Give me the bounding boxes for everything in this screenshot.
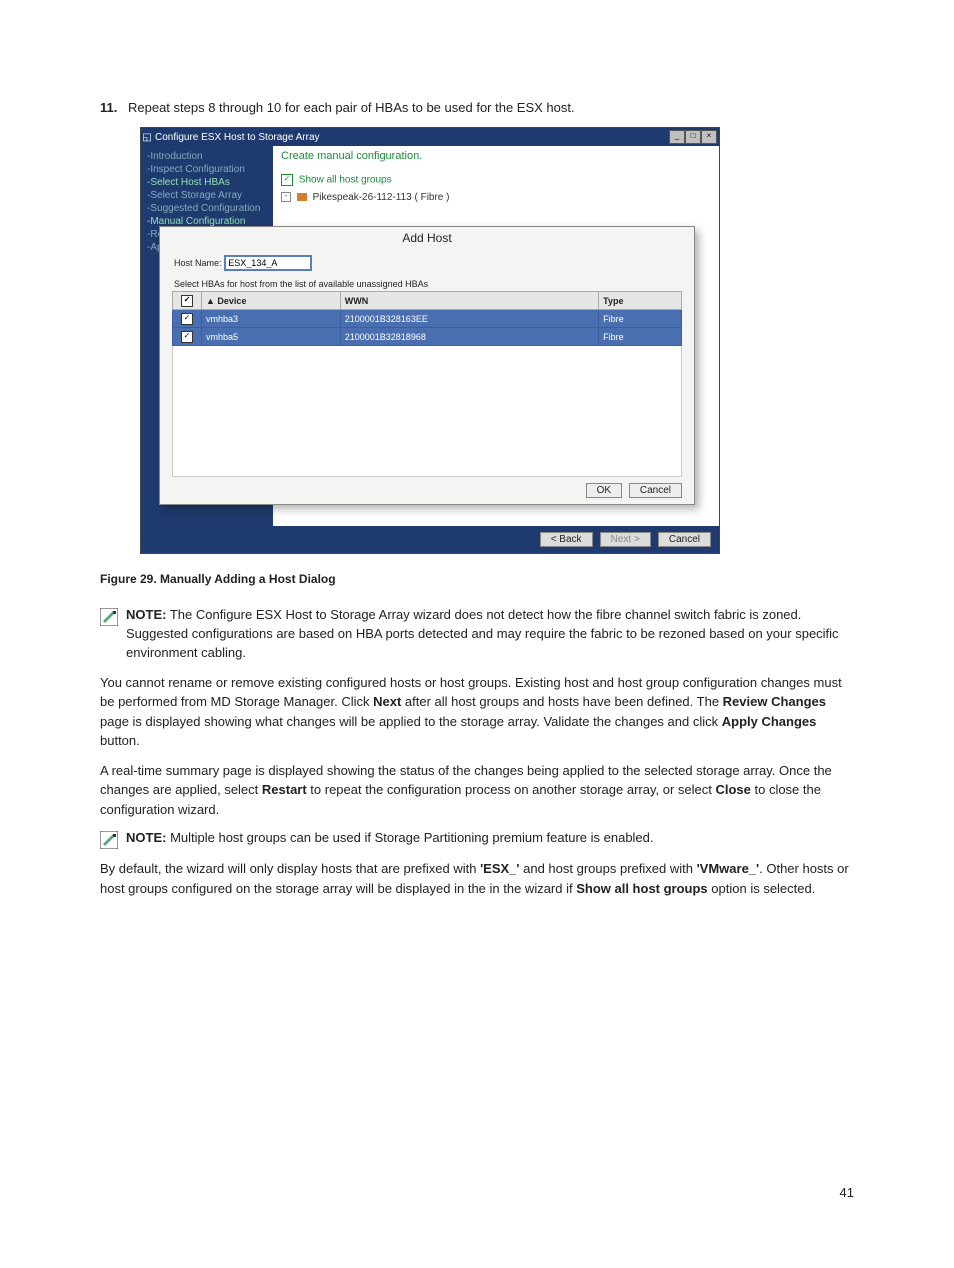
back-button[interactable]: < Back: [540, 532, 593, 547]
select-hbas-text: Select HBAs for host from the list of av…: [160, 273, 694, 291]
close-icon[interactable]: ×: [701, 130, 717, 144]
note-label: NOTE:: [126, 607, 166, 622]
step-number: 11.: [100, 100, 128, 115]
add-host-dialog: Add Host Host Name: Select HBAs for host…: [159, 226, 695, 505]
nav-inspect[interactable]: -Inspect Configuration: [141, 163, 273, 176]
tree-item-label: Pikespeak-26-112-113 ( Fibre ): [313, 192, 450, 203]
cell-device: vmhba3: [202, 310, 341, 328]
page-number: 41: [840, 1185, 854, 1200]
cell-type: Fibre: [599, 328, 682, 346]
note-block: NOTE: The Configure ESX Host to Storage …: [100, 606, 854, 663]
app-icon: ◱: [141, 132, 153, 143]
paragraph: By default, the wizard will only display…: [100, 859, 854, 898]
nav-select-hbas[interactable]: -Select Host HBAs: [141, 176, 273, 189]
col-check[interactable]: ✓: [173, 292, 202, 310]
cell-wwn: 2100001B32818968: [340, 328, 598, 346]
cancel-button[interactable]: Cancel: [629, 483, 682, 498]
note-text: The Configure ESX Host to Storage Array …: [126, 607, 839, 660]
nav-introduction[interactable]: -Introduction: [141, 150, 273, 163]
table-row[interactable]: ✓ vmhba5 2100001B32818968 Fibre: [173, 328, 682, 346]
note-block: NOTE: Multiple host groups can be used i…: [100, 829, 854, 849]
paragraph: You cannot rename or remove existing con…: [100, 673, 854, 751]
next-button[interactable]: Next >: [600, 532, 651, 547]
table-empty-area: [172, 346, 682, 477]
col-wwn: WWN: [340, 292, 598, 310]
host-name-label: Host Name:: [174, 258, 222, 268]
minimize-icon[interactable]: _: [669, 130, 685, 144]
add-host-title: Add Host: [160, 227, 694, 255]
step-text: Repeat steps 8 through 10 for each pair …: [128, 100, 854, 115]
figure-screenshot: ◱ Configure ESX Host to Storage Array _ …: [140, 127, 720, 554]
paragraph: A real-time summary page is displayed sh…: [100, 761, 854, 820]
titlebar: ◱ Configure ESX Host to Storage Array _ …: [141, 128, 719, 146]
wizard-footer: < Back Next > Cancel: [141, 526, 719, 553]
nav-select-array[interactable]: -Select Storage Array: [141, 189, 273, 202]
show-all-label: Show all host groups: [299, 175, 392, 186]
note-icon: [100, 608, 118, 626]
wizard-window: ◱ Configure ESX Host to Storage Array _ …: [140, 127, 720, 554]
note-label: NOTE:: [126, 830, 166, 845]
host-group-tree-item[interactable]: - Pikespeak-26-112-113 ( Fibre ): [281, 192, 711, 203]
figure-caption: Figure 29. Manually Adding a Host Dialog: [100, 572, 854, 586]
col-device: ▲ Device: [202, 292, 341, 310]
ok-button[interactable]: OK: [586, 483, 622, 498]
nav-suggested[interactable]: -Suggested Configuration: [141, 202, 273, 215]
cell-type: Fibre: [599, 310, 682, 328]
window-title: Configure ESX Host to Storage Array: [153, 132, 669, 143]
hostgroup-icon: [297, 193, 307, 201]
maximize-icon[interactable]: □: [685, 130, 701, 144]
table-row[interactable]: ✓ vmhba3 2100001B328163EE Fibre: [173, 310, 682, 328]
step-line: 11. Repeat steps 8 through 10 for each p…: [100, 100, 854, 115]
cell-device: vmhba5: [202, 328, 341, 346]
tree-collapse-icon[interactable]: -: [281, 192, 291, 202]
row-checkbox[interactable]: ✓: [181, 313, 193, 325]
row-checkbox[interactable]: ✓: [181, 331, 193, 343]
create-manual-link[interactable]: Create manual configuration.: [281, 150, 711, 162]
note-text: Multiple host groups can be used if Stor…: [166, 830, 653, 845]
note-icon: [100, 831, 118, 849]
col-type: Type: [599, 292, 682, 310]
host-name-input[interactable]: [224, 255, 312, 271]
show-all-checkbox[interactable]: ✓: [281, 174, 293, 186]
wizard-cancel-button[interactable]: Cancel: [658, 532, 711, 547]
cell-wwn: 2100001B328163EE: [340, 310, 598, 328]
hba-table: ✓ ▲ Device WWN Type ✓ vmhba3 2100001B328…: [172, 291, 682, 346]
